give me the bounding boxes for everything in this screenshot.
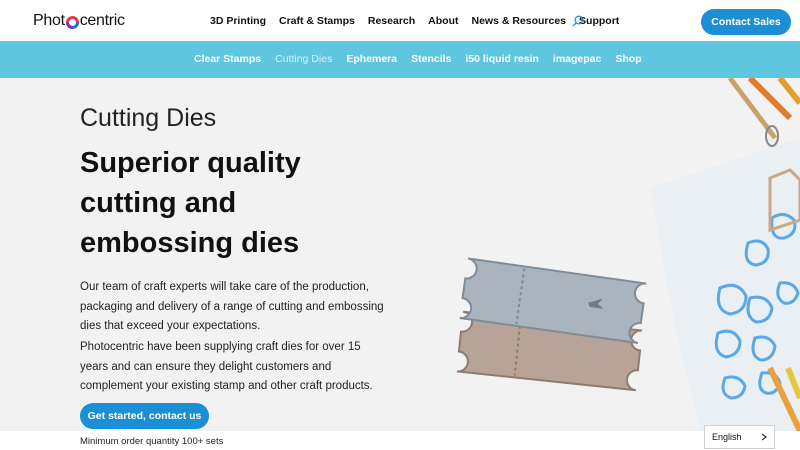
hero-kicker: Cutting Dies (80, 104, 217, 132)
logo-text-left: Phot (33, 12, 65, 29)
hero-headline: Superior quality cutting and embossing d… (80, 143, 380, 263)
cutting-dies-illustration (456, 78, 800, 431)
subnav-item-i50-liquid-resin[interactable]: i50 liquid resin (465, 53, 539, 65)
subnav-item-imagepac[interactable]: imagepac (553, 53, 601, 65)
subnav-item-stencils[interactable]: Stencils (411, 53, 451, 65)
language-label: English (712, 432, 742, 442)
main-nav: 3D Printing Craft & Stamps Research Abou… (210, 15, 632, 27)
nav-item-3d-printing[interactable]: 3D Printing (210, 15, 266, 27)
subnav-item-ephemera[interactable]: Ephemera (346, 53, 397, 65)
hero-paragraph-2: Photocentric have been supplying craft d… (80, 341, 373, 392)
nav-item-about[interactable]: About (428, 15, 458, 27)
photocentric-logo[interactable]: Phot centric (33, 12, 125, 30)
search-icon[interactable] (572, 15, 584, 27)
nav-item-news-resources[interactable]: News & Resources (471, 15, 566, 27)
get-started-button[interactable]: Get started, contact us (80, 403, 209, 429)
logo-text-right: centric (79, 12, 125, 29)
hero-paragraph-1: Our team of craft experts will take care… (80, 281, 384, 332)
sub-nav: Clear Stamps Cutting Dies Ephemera Stenc… (0, 41, 800, 78)
logo-o-mark-icon (65, 15, 79, 29)
headline-line-3: embossing dies (80, 227, 300, 259)
nav-item-research[interactable]: Research (368, 15, 415, 27)
nav-item-support[interactable]: Support (579, 15, 619, 27)
subnav-item-clear-stamps[interactable]: Clear Stamps (194, 53, 261, 65)
subnav-item-shop[interactable]: Shop (615, 53, 641, 65)
subnav-item-cutting-dies[interactable]: Cutting Dies (275, 53, 332, 65)
top-header: Phot centric 3D Printing Craft & Stamps … (0, 0, 800, 41)
contact-sales-button[interactable]: Contact Sales (701, 9, 791, 35)
language-selector[interactable]: English (704, 425, 775, 449)
nav-item-craft-stamps[interactable]: Craft & Stamps (279, 15, 355, 27)
headline-line-1: Superior quality (80, 147, 301, 179)
headline-line-2: cutting and (80, 187, 237, 219)
chevron-right-icon (761, 433, 767, 441)
min-order-note: Minimum order quantity 100+ sets (80, 436, 224, 447)
